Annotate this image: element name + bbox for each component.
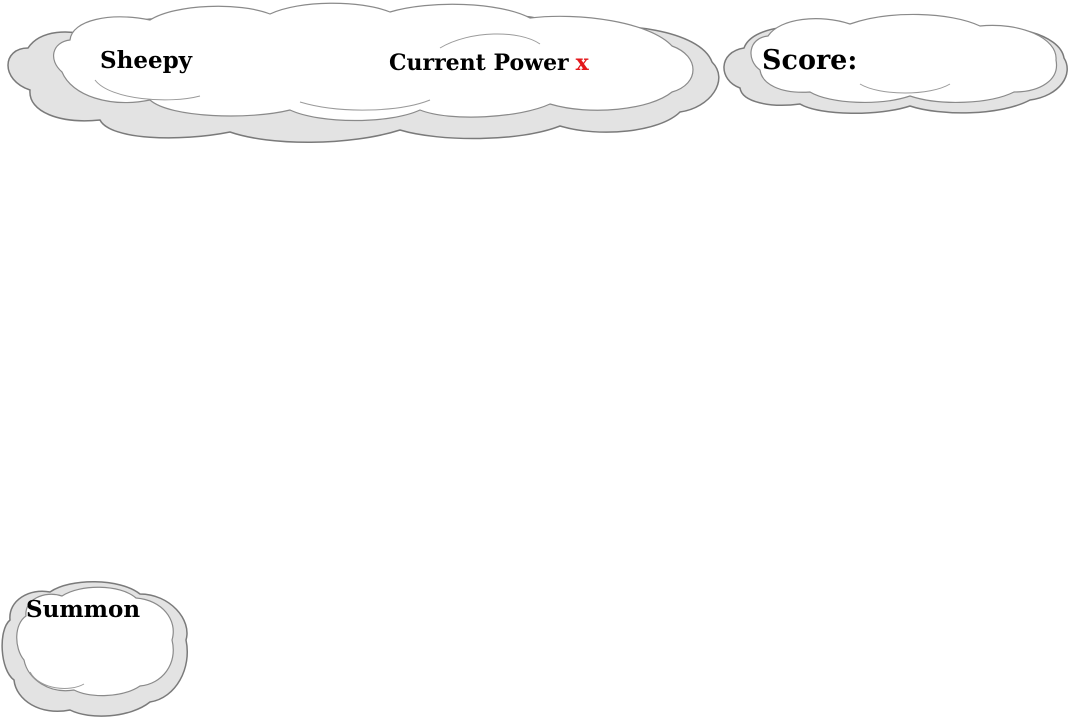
current-power-value: x [575, 50, 589, 76]
player-name-label: Sheepy [100, 47, 193, 74]
current-power-label: Current Power [389, 50, 569, 76]
score-label: Score: [762, 45, 858, 76]
summon-button[interactable]: Summon [26, 598, 140, 621]
current-power-display: Current Power x [389, 52, 589, 74]
